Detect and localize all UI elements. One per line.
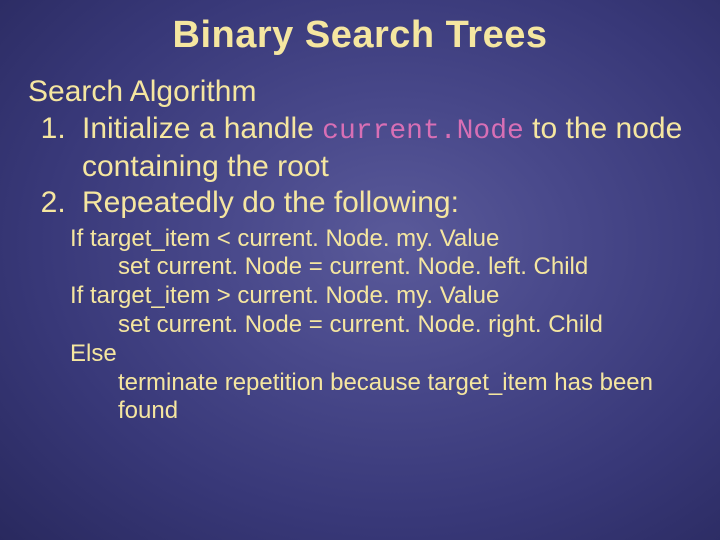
algorithm-steps: Initialize a handle current.Node to the … xyxy=(38,111,692,221)
pseudocode-block: If target_item < current. Node. my. Valu… xyxy=(70,225,682,427)
pseudo-line-5: Else xyxy=(70,340,682,369)
slide-body: Search Algorithm Initialize a handle cur… xyxy=(28,75,692,426)
pseudo-line-6: terminate repetition because target_item… xyxy=(70,369,682,427)
step-1-code: current.Node xyxy=(322,116,524,147)
step-1: Initialize a handle current.Node to the … xyxy=(74,111,692,185)
pseudo-line-2: set current. Node = current. Node. left.… xyxy=(70,253,682,282)
pseudo-line-3: If target_item > current. Node. my. Valu… xyxy=(70,282,682,311)
pseudo-line-1: If target_item < current. Node. my. Valu… xyxy=(70,225,682,254)
slide-title: Binary Search Trees xyxy=(0,14,720,57)
section-heading: Search Algorithm xyxy=(28,75,692,109)
step-2: Repeatedly do the following: xyxy=(74,185,692,221)
step-1-pre: Initialize a handle xyxy=(82,112,322,145)
pseudo-line-4: set current. Node = current. Node. right… xyxy=(70,311,682,340)
